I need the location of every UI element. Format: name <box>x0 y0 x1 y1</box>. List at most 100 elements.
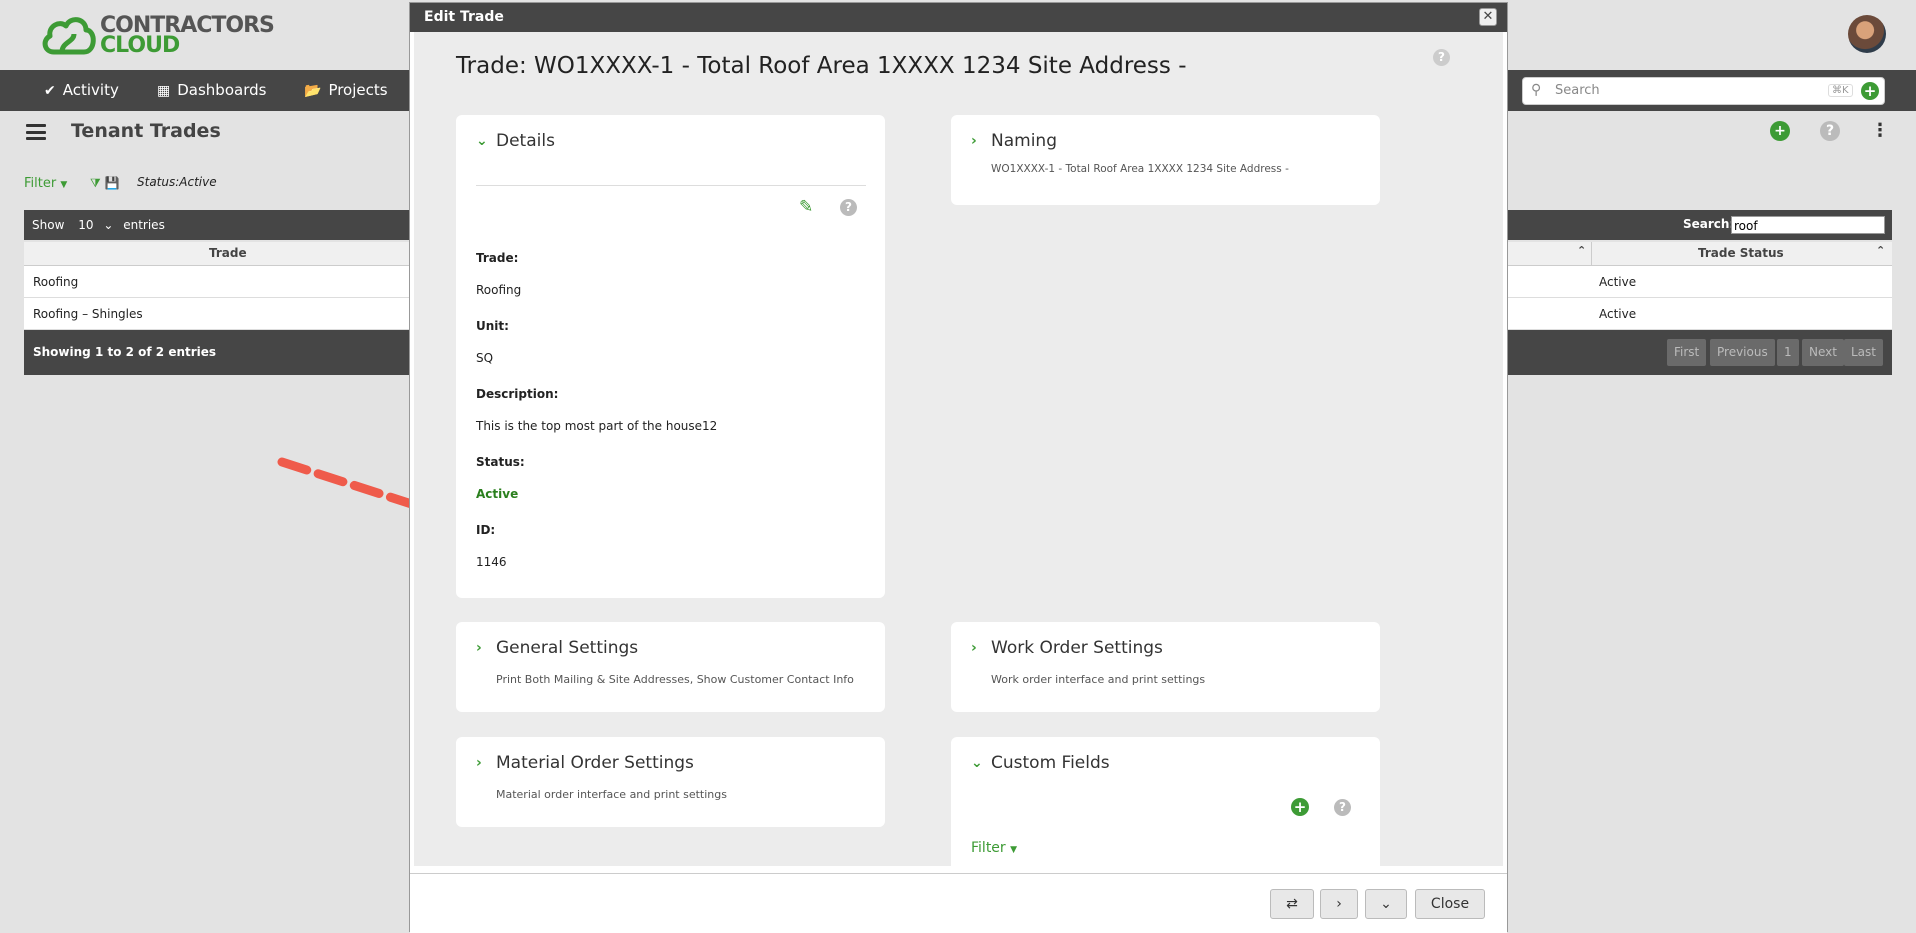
custom-fields-title[interactable]: Custom Fields <box>991 753 1110 773</box>
col-trade[interactable]: Trade <box>209 246 247 260</box>
help-icon[interactable]: ? <box>1334 799 1351 816</box>
nav-dashboards[interactable]: ▦ Dashboards <box>157 70 266 111</box>
grid-icon: ▦ <box>157 83 171 99</box>
save-filter-icon[interactable]: 💾 <box>105 176 120 190</box>
more-options-icon[interactable]: ⋮ <box>1870 121 1890 141</box>
details-title[interactable]: Details <box>496 131 555 151</box>
logo-word-2: CLOUD <box>100 33 180 58</box>
general-settings-card[interactable]: › General Settings Print Both Mailing & … <box>456 622 885 712</box>
work-order-settings-card[interactable]: › Work Order Settings Work order interfa… <box>951 622 1380 712</box>
quick-add-icon[interactable]: + <box>1861 82 1879 100</box>
field-label-unit: Unit: <box>476 319 509 333</box>
nav-projects-label: Projects <box>328 81 388 99</box>
work-order-settings-title[interactable]: Work Order Settings <box>991 638 1163 658</box>
active-filter: Status:Active <box>137 175 217 189</box>
add-custom-field-icon[interactable]: + <box>1291 798 1309 816</box>
field-label-trade: Trade: <box>476 251 519 265</box>
details-card: ⌄ Details ✎ ? Trade: Roofing Unit: SQ De… <box>456 115 885 598</box>
menu-icon[interactable] <box>26 124 46 140</box>
add-trade-icon[interactable]: + <box>1770 121 1790 141</box>
swap-button[interactable]: ⇄ <box>1270 889 1314 919</box>
row-trade: Roofing – Shingles <box>33 307 143 321</box>
general-settings-subtitle: Print Both Mailing & Site Addresses, Sho… <box>496 673 854 686</box>
work-order-settings-subtitle: Work order interface and print settings <box>991 673 1206 686</box>
nav-activity[interactable]: ✔ Activity <box>44 70 119 111</box>
page-title: Tenant Trades <box>71 120 221 142</box>
show-label: Show <box>32 218 65 232</box>
field-label-description: Description: <box>476 387 559 401</box>
sort-icon[interactable]: ⌃ <box>1577 244 1586 257</box>
custom-fields-filter[interactable]: Filter ▼ <box>971 840 1017 856</box>
filter-label: Filter <box>24 176 57 191</box>
custom-fields-filter-label: Filter <box>971 840 1006 856</box>
filter-dropdown[interactable]: Filter ▼ <box>24 176 67 191</box>
search-shortcut: ⌘K <box>1828 84 1853 97</box>
page-length-control[interactable]: Show 10 ⌄ entries <box>32 218 165 232</box>
global-search[interactable]: ⚲ Search ⌘K + <box>1522 77 1885 105</box>
naming-card[interactable]: › Naming WO1XXXX-1 - Total Roof Area 1XX… <box>951 115 1380 205</box>
pencil-edit-icon[interactable]: ✎ <box>799 197 813 217</box>
dialog-body: Trade: WO1XXXX-1 - Total Roof Area 1XXXX… <box>414 32 1503 866</box>
page-1-button[interactable]: 1 <box>1777 339 1799 366</box>
chevron-right-icon: › <box>1336 896 1342 912</box>
close-button[interactable]: Close <box>1415 889 1485 919</box>
nav-dashboards-label: Dashboards <box>177 81 267 99</box>
dialog-title: Edit Trade <box>410 3 1507 32</box>
folder-open-icon: 📂 <box>304 83 322 99</box>
sort-asc-icon[interactable]: ⌃ <box>1876 244 1885 257</box>
chevron-down-icon[interactable]: ⌄ <box>971 755 983 771</box>
page-length-select[interactable]: 10 <box>78 218 93 232</box>
table-search-label: Search: <box>1683 217 1735 231</box>
entries-label: entries <box>123 218 165 232</box>
page-next-button[interactable]: Next <box>1802 339 1844 366</box>
naming-title[interactable]: Naming <box>991 131 1057 151</box>
row-status: Active <box>1599 307 1637 321</box>
field-value-unit: SQ <box>476 351 494 365</box>
field-value-trade: Roofing <box>476 283 522 297</box>
swap-arrows-icon: ⇄ <box>1286 896 1298 912</box>
col-trade-status[interactable]: Trade Status <box>1698 246 1784 260</box>
table-info: Showing 1 to 2 of 2 entries <box>33 345 217 359</box>
chevron-right-icon[interactable]: › <box>476 640 482 656</box>
user-avatar[interactable] <box>1848 15 1886 53</box>
caret-down-icon: ▼ <box>1010 845 1018 855</box>
search-icon: ⚲ <box>1531 82 1542 98</box>
contractors-cloud-logo[interactable]: CONTRACTORS CLOUD <box>40 12 275 60</box>
help-icon[interactable]: ? <box>1433 49 1450 66</box>
chevron-right-icon[interactable]: › <box>971 133 977 149</box>
general-settings-title[interactable]: General Settings <box>496 638 638 658</box>
help-icon[interactable]: ? <box>1820 121 1840 141</box>
material-order-settings-card[interactable]: › Material Order Settings Material order… <box>456 737 885 827</box>
page-previous-button[interactable]: Previous <box>1710 339 1775 366</box>
close-icon[interactable]: ✕ <box>1479 8 1497 26</box>
dialog-footer: ⇄ › ⌄ Close <box>410 873 1507 933</box>
search-input[interactable]: Search <box>1555 83 1600 98</box>
help-icon[interactable]: ? <box>840 199 857 216</box>
naming-subtitle: WO1XXXX-1 - Total Roof Area 1XXXX 1234 S… <box>991 163 1289 175</box>
next-button[interactable]: › <box>1320 889 1358 919</box>
trade-heading: Trade: WO1XXXX-1 - Total Roof Area 1XXXX… <box>456 53 1187 79</box>
chevron-down-icon: ⌄ <box>103 218 114 232</box>
check-circle-icon: ✔ <box>44 83 56 99</box>
nav-projects[interactable]: 📂 Projects <box>304 70 388 111</box>
field-value-id: 1146 <box>476 555 507 569</box>
field-value-description: This is the top most part of the house12 <box>476 419 718 433</box>
field-label-id: ID: <box>476 523 496 537</box>
expand-button[interactable]: ⌄ <box>1365 889 1407 919</box>
filter-tools[interactable]: ⧩ 💾 <box>90 176 120 191</box>
field-label-status: Status: <box>476 455 525 469</box>
field-value-status: Active <box>476 487 519 501</box>
funnel-icon[interactable]: ⧩ <box>90 176 101 190</box>
custom-fields-card: ⌄ Custom Fields + ? Filter ▼ <box>951 737 1380 866</box>
row-trade: Roofing <box>33 275 79 289</box>
chevron-down-icon[interactable]: ⌄ <box>476 133 488 149</box>
chevron-right-icon[interactable]: › <box>971 640 977 656</box>
chevron-right-icon[interactable]: › <box>476 755 482 771</box>
nav-activity-label: Activity <box>62 81 119 99</box>
page-last-button[interactable]: Last <box>1844 339 1883 366</box>
page-first-button[interactable]: First <box>1667 339 1707 366</box>
material-order-settings-title[interactable]: Material Order Settings <box>496 753 694 773</box>
caret-down-icon: ▼ <box>60 180 68 190</box>
table-search-input[interactable]: roof <box>1731 216 1885 234</box>
cloud-logo-icon <box>42 17 96 55</box>
